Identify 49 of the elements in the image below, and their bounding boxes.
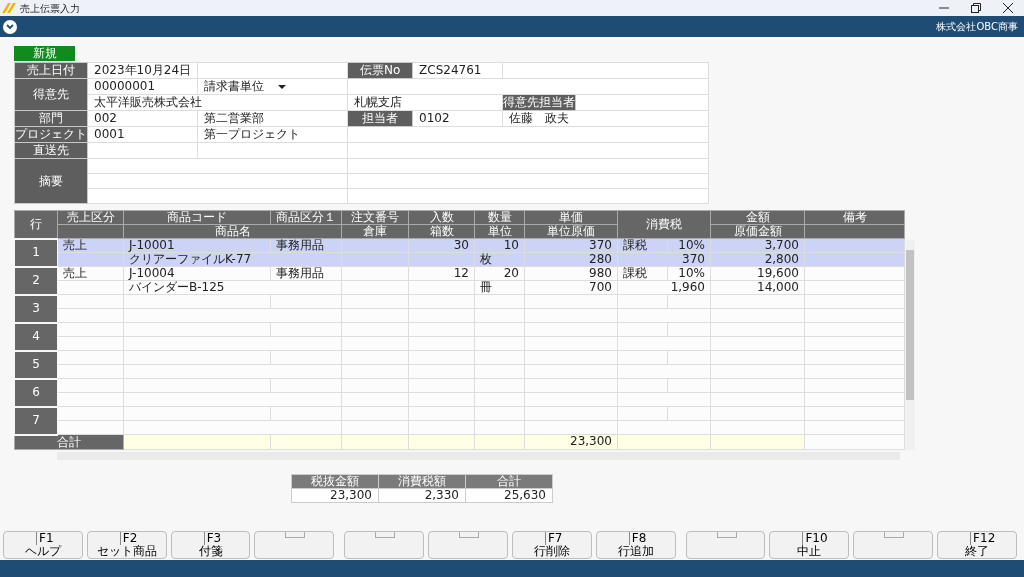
status-badge: 新規 (14, 46, 75, 61)
function-key-button[interactable]: F2 セット商品 (86, 531, 167, 559)
restore-icon (971, 3, 981, 13)
column-header: 単価 (524, 210, 618, 225)
column-header: 注文番号 (341, 210, 409, 225)
field-label: 得意先 (14, 78, 88, 111)
row-number: 2 (14, 266, 58, 295)
column-header: 消費税 (617, 210, 711, 239)
function-key-button[interactable]: F3 付箋 (170, 531, 251, 559)
slip-number-field[interactable]: ZCS24761 (412, 62, 503, 79)
function-key-button[interactable]: F1 ヘルプ (3, 531, 83, 559)
row-number: 4 (14, 322, 58, 351)
horizontal-scrollbar[interactable] (57, 451, 900, 460)
field-label: 売上日付 (14, 62, 88, 79)
column-header: 商品コード (123, 210, 271, 225)
row-number: 3 (14, 294, 58, 323)
row-number: 6 (14, 378, 58, 407)
vertical-scrollbar[interactable] (905, 240, 915, 450)
column-header: 商品区分１ (270, 210, 342, 225)
field-label: 伝票No (347, 62, 413, 79)
date-field[interactable]: 2023年10月24日 (87, 62, 198, 79)
column-header: 入数 (408, 210, 475, 225)
column-header: 数量 (474, 210, 525, 225)
function-key-button[interactable] (853, 531, 934, 559)
function-key-button[interactable] (685, 531, 766, 559)
column-header: 金額 (710, 210, 805, 225)
summary-label: 合計 (465, 474, 553, 488)
row-number: 7 (14, 406, 58, 435)
column-header: 売上区分 (57, 210, 124, 225)
function-key-button[interactable] (254, 531, 335, 559)
chevron-down-icon (6, 23, 14, 30)
row-number: 1 (14, 238, 58, 267)
row-number: 5 (14, 350, 58, 379)
close-icon (1003, 3, 1013, 13)
expand-button[interactable] (3, 19, 17, 34)
company-name: 株式会社OBC商事 (936, 20, 1018, 33)
column-header: 備考 (804, 210, 905, 225)
app-icon (2, 3, 16, 13)
function-key-button[interactable]: F8 行追加 (595, 531, 676, 559)
window-title: 売上伝票入力 (20, 1, 80, 15)
function-key-button[interactable] (344, 531, 425, 559)
function-key-button[interactable]: F10 中止 (769, 531, 850, 559)
field-label: 摘要 (14, 158, 88, 204)
summary-label: 税抜金額 (291, 474, 379, 488)
function-key-button[interactable] (428, 531, 508, 559)
summary-label: 消費税額 (378, 474, 466, 488)
column-header: 行 (14, 210, 58, 239)
function-key-button[interactable]: F7 行削除 (511, 531, 592, 559)
function-key-button[interactable]: F12 終了 (937, 531, 1017, 559)
